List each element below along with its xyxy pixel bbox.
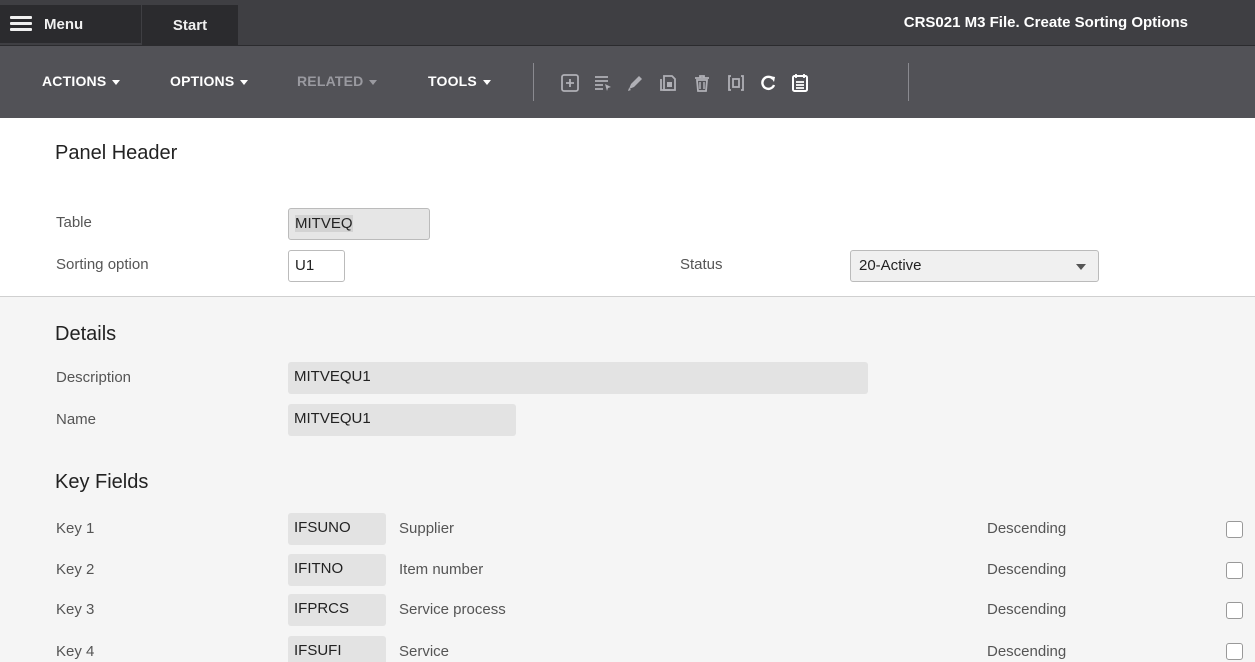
calendar-icon[interactable] xyxy=(790,73,810,93)
status-label: Status xyxy=(680,256,723,273)
descending-checkbox[interactable] xyxy=(1226,602,1243,619)
descending-checkbox[interactable] xyxy=(1226,562,1243,579)
select-list-icon[interactable] xyxy=(593,73,613,93)
edit-pencil-icon[interactable] xyxy=(625,73,645,93)
delete-icon[interactable] xyxy=(692,73,712,93)
panel-header: Panel Header Table MITVEQ Sorting option… xyxy=(0,118,1255,296)
chevron-down-icon xyxy=(482,79,491,85)
options-label: OPTIONS xyxy=(170,73,235,89)
table-label: Table xyxy=(56,214,92,231)
details-panel: Details Description MITVEQU1 Name MITVEQ… xyxy=(0,296,1255,662)
key-field-value: IFPRCS xyxy=(288,594,386,626)
descending-checkbox[interactable] xyxy=(1226,643,1243,660)
key-fields-title: Key Fields xyxy=(55,471,149,493)
related-label: RELATED xyxy=(297,73,364,89)
toolbar-divider xyxy=(908,63,909,101)
key-field-value: IFSUFI xyxy=(288,636,386,662)
sorting-option-label: Sorting option xyxy=(56,256,149,273)
chevron-down-icon xyxy=(240,79,249,85)
display-icon[interactable] xyxy=(726,73,746,93)
hamburger-icon xyxy=(10,16,32,32)
status-select[interactable]: 20-Active xyxy=(850,250,1099,282)
name-label: Name xyxy=(56,411,97,428)
related-menu[interactable]: RELATED xyxy=(297,73,378,89)
key-field-description: Service xyxy=(399,643,450,660)
descending-label: Descending xyxy=(987,601,1067,618)
refresh-icon[interactable] xyxy=(758,73,778,93)
chevron-down-icon xyxy=(369,79,378,85)
sorting-option-field[interactable]: U1 xyxy=(288,250,345,282)
toolbar-divider xyxy=(533,63,534,101)
key-field-description: Supplier xyxy=(399,520,455,537)
actions-label: ACTIONS xyxy=(42,73,107,89)
actions-menu[interactable]: ACTIONS xyxy=(42,73,121,89)
table-field[interactable]: MITVEQ xyxy=(288,208,430,240)
chevron-down-icon xyxy=(112,79,121,85)
program-title: CRS021 M3 File. Create Sorting Options xyxy=(903,14,1188,31)
menu-label: Menu xyxy=(44,15,84,33)
description-label: Description xyxy=(56,369,132,386)
key-label: Key 1 xyxy=(56,520,95,537)
top-bar: Menu Start CRS021 M3 File. Create Sortin… xyxy=(0,0,1255,45)
details-title: Details xyxy=(55,323,117,345)
table-value: MITVEQ xyxy=(295,215,353,232)
copy-icon[interactable] xyxy=(658,73,678,93)
descending-label: Descending xyxy=(987,643,1067,660)
chevron-down-icon xyxy=(1076,264,1086,270)
options-menu[interactable]: OPTIONS xyxy=(170,73,249,89)
description-field: MITVEQU1 xyxy=(288,362,868,394)
key-label: Key 2 xyxy=(56,561,95,578)
descending-label: Descending xyxy=(987,561,1067,578)
key-field-description: Service process xyxy=(399,601,506,618)
name-field: MITVEQU1 xyxy=(288,404,516,436)
add-icon[interactable] xyxy=(560,73,580,93)
toolbar: ACTIONS OPTIONS RELATED TOOLS xyxy=(0,45,1255,118)
panel-header-title: Panel Header xyxy=(55,142,178,164)
descending-checkbox[interactable] xyxy=(1226,521,1243,538)
menu-button[interactable]: Menu xyxy=(0,5,141,43)
status-value: 20-Active xyxy=(859,257,922,274)
descending-label: Descending xyxy=(987,520,1067,537)
tab-start[interactable]: Start xyxy=(141,5,238,45)
key-field-value: IFSUNO xyxy=(288,513,386,545)
key-label: Key 3 xyxy=(56,601,95,618)
tools-menu[interactable]: TOOLS xyxy=(428,73,491,89)
key-field-value: IFITNO xyxy=(288,554,386,586)
tools-label: TOOLS xyxy=(428,73,477,89)
key-label: Key 4 xyxy=(56,643,95,660)
key-field-description: Item number xyxy=(399,561,484,578)
